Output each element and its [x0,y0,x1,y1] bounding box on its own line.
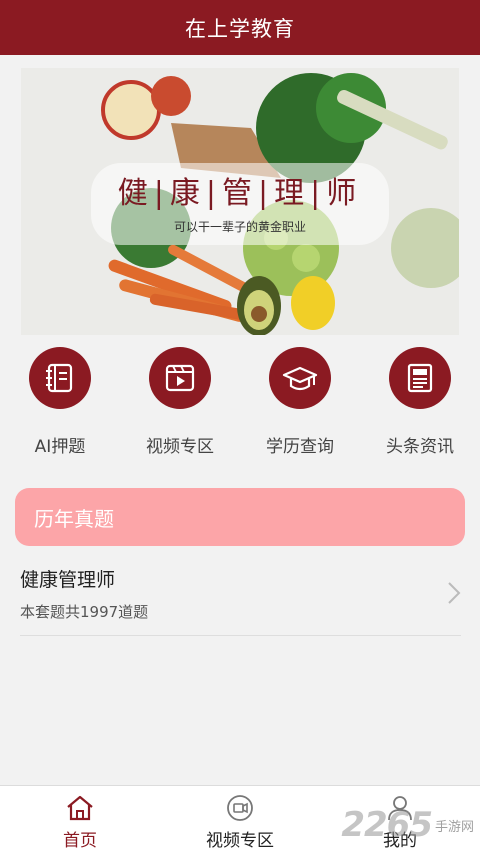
nav-label: 头条资讯 [386,437,454,457]
home-icon [67,795,93,821]
graduation-cap-icon [269,347,331,409]
nav-video-zone[interactable]: 视频专区 [120,345,240,465]
nav-label: AI押题 [34,437,86,457]
tab-video-zone[interactable]: 视频专区 [160,786,320,853]
nav-headline-news[interactable]: 头条资讯 [360,345,480,465]
banner-subtitle: 可以干一辈子的黄金职业 [173,220,306,234]
section-title: 历年真题 [34,506,114,531]
app-header: 在上学教育 [0,0,480,55]
promo-banner[interactable]: 健|康|管|理|师 可以干一辈子的黄金职业 [21,68,459,335]
nav-label: 视频专区 [146,437,214,457]
chevron-right-icon [448,582,461,604]
watermark-text: 手游网 [434,819,474,835]
tab-label: 首页 [63,831,97,851]
site-watermark: 2265 手游网 [341,805,474,845]
past-exams-section-header: 历年真题 [15,488,465,546]
book-icon [29,347,91,409]
nav-label: 学历查询 [266,437,334,457]
nav-ai-exam[interactable]: AI押题 [0,345,120,465]
quick-nav: AI押题 视频专区 学历查询 头条资讯 [0,345,480,465]
exam-name: 健康管理师 [20,569,116,591]
watermark-number: 2265 [341,805,433,845]
tab-home[interactable]: 首页 [0,786,160,853]
banner-headline: 健|康|管|理|师 [117,176,363,211]
nav-degree-query[interactable]: 学历查询 [240,345,360,465]
video-camera-icon [227,795,253,821]
newspaper-icon [389,347,451,409]
tab-label: 视频专区 [206,831,274,851]
app-title: 在上学教育 [185,16,295,41]
exam-list-item[interactable]: 健康管理师 本套题共1997道题 [20,556,461,636]
exam-question-count: 本套题共1997道题 [20,603,149,621]
video-play-icon [149,347,211,409]
